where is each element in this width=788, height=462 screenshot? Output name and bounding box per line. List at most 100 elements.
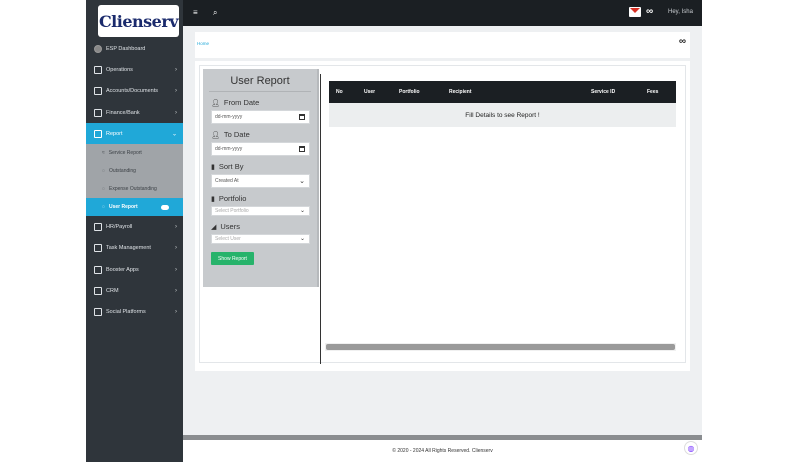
column-header-recipient: Recipient (449, 89, 472, 95)
sidebar-item-social-platforms[interactable]: Social Platforms › (86, 302, 183, 323)
calendar-icon[interactable] (299, 146, 305, 152)
gmail-icon[interactable] (629, 7, 641, 17)
sidebar-item-crm[interactable]: CRM › (86, 280, 183, 301)
dashboard-icon (94, 44, 102, 53)
users-label: ◢ Users (211, 222, 317, 231)
sidebar-item-operations[interactable]: Operations › (86, 59, 183, 80)
to-date-label-text: To Date (223, 130, 250, 139)
column-header-service-id: Service ID (591, 89, 616, 95)
sidebar-item-label: Report (106, 130, 123, 137)
submenu-item-label: Outstanding (108, 168, 136, 175)
sidebar-item-finance-bank[interactable]: Finance/Bank › (86, 102, 183, 123)
sidebar-item-label: Social Platforms (106, 309, 146, 316)
breadcrumb-home-link[interactable]: Home (197, 41, 209, 46)
footer: © 2020 - 2024 All Rights Reserved. Clien… (183, 440, 702, 462)
show-report-button[interactable]: Show Report (211, 252, 254, 265)
link-icon[interactable]: ∞ (646, 6, 653, 17)
column-header-no: No (336, 89, 343, 95)
document-icon (94, 129, 102, 138)
filter-title: User Report (209, 75, 311, 92)
users-placeholder: Select User (215, 236, 241, 242)
document-icon (94, 65, 102, 74)
calendar-icon[interactable] (299, 114, 305, 120)
submenu-item-user-report[interactable]: ◌ User Report (86, 198, 183, 217)
chevron-right-icon: › (175, 224, 177, 231)
submenu-item-service-report[interactable]: ≈ Service Report (86, 144, 183, 162)
sidebar-item-label: Accounts/Documents (106, 88, 158, 95)
user-icon: 👤︎ (211, 131, 220, 139)
filter-panel: User Report 👤︎ From Date dd-mm-yyyy 👤︎ T… (203, 69, 319, 287)
submenu-item-outstanding[interactable]: ◌ Outstanding (86, 162, 183, 180)
sidebar-item-task-management[interactable]: Task Management › (86, 238, 183, 259)
user-icon: 👤︎ (211, 99, 220, 107)
search-icon[interactable]: ⌕ (213, 8, 217, 18)
report-card: User Report 👤︎ From Date dd-mm-yyyy 👤︎ T… (195, 61, 690, 371)
brand-logo[interactable]: Clienserv (98, 5, 179, 37)
sidebar-nav: ESP Dashboard Operations › Accounts/Docu… (86, 38, 183, 323)
document-icon (94, 223, 102, 232)
logo-text: Clienserv (98, 11, 179, 31)
footer-copyright: © 2020 - 2024 All Rights Reserved. Clien… (392, 448, 493, 454)
from-date-label-text: From Date (223, 98, 260, 107)
column-header-user: User (364, 89, 376, 95)
document-icon (94, 244, 102, 253)
chevron-right-icon: › (175, 266, 177, 273)
to-date-input[interactable]: dd-mm-yyyy (211, 142, 310, 156)
users-label-text: Users (220, 222, 240, 231)
column-header-fees: Fees (647, 89, 659, 95)
sidebar-item-label: HR/Payroll (106, 224, 133, 231)
portfolio-select[interactable]: Select Portfolio ⌄ (211, 206, 310, 216)
panel-divider (320, 74, 321, 364)
portfolio-label-text: Portfolio (218, 194, 247, 203)
sidebar-item-esp-dashboard[interactable]: ESP Dashboard (86, 38, 183, 59)
horizontal-scrollbar[interactable] (325, 343, 676, 351)
circle-icon: ◌ (102, 186, 105, 193)
to-date-value: dd-mm-yyyy (215, 146, 243, 152)
chevron-right-icon: › (175, 309, 177, 316)
chat-widget-icon[interactable]: ◍ (684, 441, 698, 455)
circle-icon: ◌ (102, 168, 105, 175)
submenu-item-label: Service Report (108, 150, 142, 157)
top-navbar: ≡ ⌕ ∞ Hey, Isha (183, 0, 702, 26)
portfolio-placeholder: Select Portfolio (215, 208, 249, 214)
sort-by-select[interactable]: Created At ⌄ (211, 174, 310, 188)
sort-by-value: Created At (215, 178, 239, 184)
paper-plane-icon: ◢ (211, 223, 217, 231)
app-frame: Clienserv ESP Dashboard Operations › Acc… (86, 0, 702, 462)
sidebar-item-hr-payroll[interactable]: HR/Payroll › (86, 216, 183, 237)
users-select[interactable]: Select User ⌄ (211, 234, 310, 244)
user-greeting[interactable]: Hey, Isha (668, 9, 693, 15)
main-content: Home ∞ User Report 👤︎ From Date dd-mm-yy… (183, 26, 702, 435)
chevron-right-icon: › (175, 245, 177, 252)
book-icon: ▮ (211, 163, 215, 171)
report-table: No User Portfolio Recipient Service ID F… (329, 81, 676, 127)
sidebar-item-label: Task Management (106, 245, 151, 252)
document-icon (94, 308, 102, 317)
table-header: No User Portfolio Recipient Service ID F… (329, 81, 676, 103)
submenu-item-label: Expense Outstanding (108, 186, 157, 193)
sidebar-item-label: Operations (106, 66, 133, 73)
sidebar-item-accounts-documents[interactable]: Accounts/Documents › (86, 81, 183, 102)
sort-by-label: ▮ Sort By (211, 162, 317, 171)
sidebar: Clienserv ESP Dashboard Operations › Acc… (86, 0, 183, 462)
document-icon (94, 265, 102, 274)
document-icon (94, 108, 102, 117)
sidebar-item-label: ESP Dashboard (106, 45, 146, 52)
portfolio-label: ▮ Portfolio (211, 194, 317, 203)
hamburger-menu-icon[interactable]: ≡ (193, 8, 198, 17)
report-icon: ≈ (102, 150, 105, 157)
document-icon (94, 287, 102, 296)
link-icon[interactable]: ∞ (679, 36, 686, 47)
sidebar-item-report[interactable]: Report ⌄ (86, 123, 183, 145)
scrollbar-thumb[interactable] (326, 344, 675, 350)
chevron-right-icon: › (175, 66, 177, 73)
submenu-item-label: User Report (108, 204, 138, 211)
submenu-item-expense-outstanding[interactable]: ◌ Expense Outstanding (86, 180, 183, 198)
report-card-body: User Report 👤︎ From Date dd-mm-yyyy 👤︎ T… (199, 65, 686, 364)
sidebar-item-label: CRM (106, 288, 119, 295)
chevron-down-icon: ⌄ (171, 131, 177, 138)
pin-toggle-icon[interactable] (161, 204, 169, 210)
chevron-right-icon: › (175, 288, 177, 295)
from-date-input[interactable]: dd-mm-yyyy (211, 110, 310, 124)
sidebar-item-booster-apps[interactable]: Booster Apps › (86, 259, 183, 280)
